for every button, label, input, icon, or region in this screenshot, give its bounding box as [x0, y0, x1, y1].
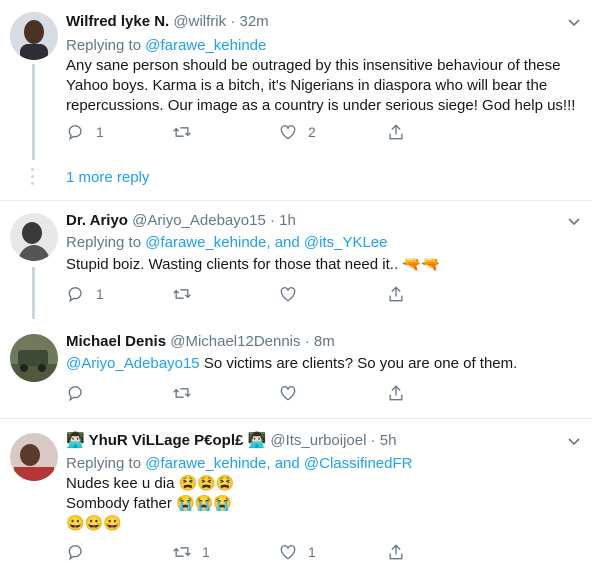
thread-line [32, 267, 35, 319]
reply-button[interactable] [66, 541, 96, 563]
tweet-line: Nudes kee u dia 😫😫😫 [66, 475, 235, 492]
separator-dot: · [370, 432, 376, 449]
reply-button[interactable] [66, 382, 96, 404]
timestamp[interactable]: 5h [380, 432, 397, 449]
chevron-down-icon[interactable] [566, 14, 582, 30]
share-icon [389, 124, 403, 140]
user-handle[interactable]: @Its_urboijoel [270, 432, 366, 449]
heart-icon [280, 386, 296, 401]
tweet-michael-denis[interactable]: Michael Denis @Michael12Dennis · 8m @Ari… [0, 320, 592, 418]
share-icon [389, 385, 403, 401]
tweet-text: Any sane person should be outraged by th… [66, 57, 576, 114]
retweet-count: 1 [202, 544, 210, 560]
tweet-actions [66, 382, 426, 404]
reply-icon [68, 125, 82, 141]
reply-icon [68, 545, 82, 561]
tweet-text: Stupid boiz. Wasting clients for those t… [66, 256, 440, 273]
mention-link[interactable]: @farawe_kehinde [145, 37, 266, 54]
separator-dot: · [304, 333, 310, 350]
reply-count: 1 [96, 286, 104, 302]
replying-label: Replying to [66, 234, 142, 251]
mention-link[interactable]: @Ariyo_Adebayo15 [66, 355, 200, 372]
heart-icon [280, 287, 296, 302]
chevron-down-icon[interactable] [566, 213, 582, 229]
tweet-actions: 1 [66, 283, 426, 305]
avatar[interactable] [10, 12, 58, 60]
like-count: 1 [308, 544, 316, 560]
retweet-icon [173, 127, 191, 137]
chevron-down-icon[interactable] [566, 433, 582, 449]
replying-label: Replying to [66, 455, 142, 472]
retweet-icon [173, 289, 191, 299]
share-button[interactable] [386, 382, 406, 404]
replying-label: Replying to [66, 37, 142, 54]
separator-dot: · [230, 13, 236, 30]
user-handle[interactable]: @Ariyo_Adebayo15 [132, 212, 266, 229]
tweet-line: Sombody father 😭😭😭 [66, 495, 233, 512]
retweet-button[interactable] [172, 382, 202, 404]
reply-button[interactable]: 1 [66, 283, 104, 305]
tweet-actions: 1 1 [66, 541, 426, 563]
separator-dot: · [269, 212, 275, 229]
avatar[interactable] [10, 433, 58, 481]
display-name[interactable]: 👨🏻‍💻 YhuR ViLLage P€opl£ 👨🏻‍💻 [66, 432, 266, 449]
like-button[interactable]: 1 [278, 541, 316, 563]
share-button[interactable] [386, 283, 406, 305]
tweet-dr-ariyo[interactable]: Dr. Ariyo @Ariyo_Adebayo15 · 1h Replying… [0, 201, 592, 319]
share-button[interactable] [386, 541, 406, 563]
mention-link[interactable]: @farawe_kehinde, and @ClassifinedFR [145, 455, 412, 472]
display-name[interactable]: Wilfred lyke N. [66, 13, 169, 30]
reply-button[interactable]: 1 [66, 121, 104, 143]
replying-to: Replying to @farawe_kehinde [66, 36, 266, 56]
replying-to: Replying to @farawe_kehinde, and @its_YK… [66, 233, 388, 253]
share-icon [389, 544, 403, 560]
display-name[interactable]: Dr. Ariyo [66, 212, 128, 229]
like-button[interactable] [278, 382, 308, 404]
retweet-button[interactable]: 1 [172, 541, 210, 563]
like-button[interactable] [278, 283, 308, 305]
share-button[interactable] [386, 121, 406, 143]
reply-icon [68, 287, 82, 303]
tweet-actions: 1 2 [66, 121, 426, 143]
replying-to: Replying to @farawe_kehinde, and @Classi… [66, 454, 412, 474]
tweet-header: Michael Denis @Michael12Dennis · 8m [66, 332, 335, 352]
retweet-button[interactable] [172, 121, 202, 143]
thread-ellipsis [31, 168, 35, 189]
retweet-icon [173, 388, 191, 398]
tweet-header: Wilfred lyke N. @wilfrik · 32m [66, 12, 269, 32]
tweet-header: Dr. Ariyo @Ariyo_Adebayo15 · 1h [66, 211, 296, 231]
retweet-button[interactable] [172, 283, 202, 305]
like-button[interactable]: 2 [278, 121, 316, 143]
tweet-wilfred[interactable]: Wilfred lyke N. @wilfrik · 32m Replying … [0, 0, 592, 200]
tweet-text: @Ariyo_Adebayo15 So victims are clients?… [66, 354, 582, 374]
tweet-header: 👨🏻‍💻 YhuR ViLLage P€opl£ 👨🏻‍💻 @Its_urboi… [66, 431, 396, 451]
heart-icon [280, 125, 296, 140]
tweet-line: 😀😀😀 [66, 515, 123, 532]
share-icon [389, 286, 403, 302]
user-handle[interactable]: @wilfrik [173, 13, 226, 30]
avatar[interactable] [10, 213, 58, 261]
retweet-icon [173, 547, 191, 557]
timestamp[interactable]: 8m [314, 333, 335, 350]
mention-link[interactable]: @farawe_kehinde, and @its_YKLee [145, 234, 387, 251]
like-count: 2 [308, 124, 316, 140]
heart-icon [280, 545, 296, 560]
tweet-village-people[interactable]: 👨🏻‍💻 YhuR ViLLage P€opl£ 👨🏻‍💻 @Its_urboi… [0, 419, 592, 561]
avatar[interactable] [10, 334, 58, 382]
thread-line [32, 64, 35, 160]
timestamp[interactable]: 32m [239, 13, 268, 30]
display-name[interactable]: Michael Denis [66, 333, 166, 350]
timestamp[interactable]: 1h [279, 212, 296, 229]
reply-icon [68, 386, 82, 402]
tweet-body: So victims are clients? So you are one o… [199, 355, 518, 372]
more-replies-link[interactable]: 1 more reply [66, 168, 149, 188]
reply-count: 1 [96, 124, 104, 140]
user-handle[interactable]: @Michael12Dennis [170, 333, 300, 350]
